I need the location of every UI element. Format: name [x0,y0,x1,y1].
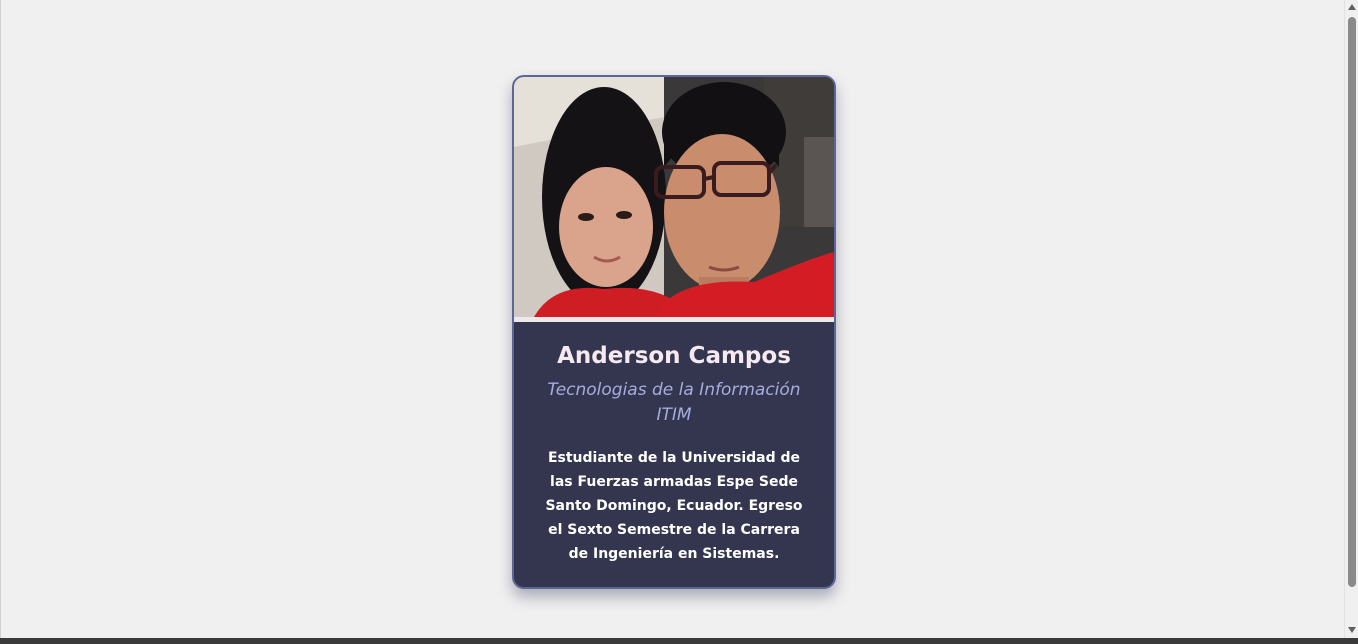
profile-name: Anderson Campos [557,343,791,369]
card-body: Anderson Campos Tecnologias de la Inform… [514,322,834,566]
profile-card: Anderson Campos Tecnologias de la Inform… [512,75,836,589]
profile-photo-image [514,77,834,317]
scrollbar-thumb[interactable] [1348,17,1356,587]
profile-photo [514,77,834,317]
scroll-down-arrow-icon[interactable] [1348,627,1356,633]
profile-subtitle: Tecnologias de la Información ITIM [536,378,812,428]
profile-subtitle-line2: ITIM [656,405,692,425]
scroll-up-arrow-icon[interactable] [1348,4,1356,10]
profile-subtitle-line1: Tecnologias de la Información [547,380,801,400]
window-bottom-edge [0,638,1358,644]
page-viewport: Anderson Campos Tecnologias de la Inform… [0,0,1345,638]
vertical-scrollbar[interactable] [1344,0,1358,638]
profile-description: Estudiante de la Universidad de las Fuer… [545,450,803,562]
